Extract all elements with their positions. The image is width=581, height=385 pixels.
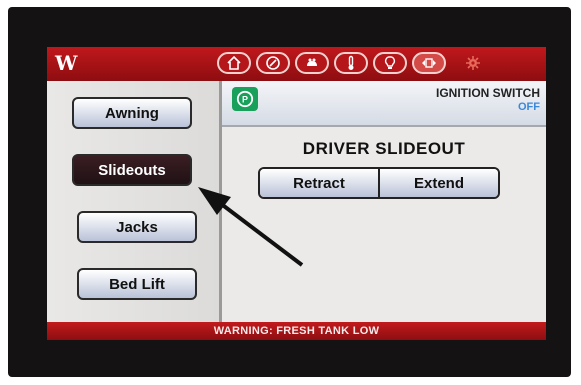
page-title: DRIVER SLIDEOUT (302, 139, 466, 158)
extend-button[interactable]: Extend (378, 169, 498, 197)
slideout-icon[interactable] (412, 52, 446, 74)
ignition-switch-state: OFF (518, 101, 540, 113)
dashboard-icon[interactable] (256, 52, 290, 74)
light-bulb-icon[interactable] (373, 52, 407, 74)
sidebar-item-awning[interactable]: Awning (72, 97, 192, 129)
top-nav-bar: W (47, 47, 546, 81)
brand-logo: W (55, 51, 78, 75)
sidebar-item-jacks[interactable]: Jacks (77, 211, 197, 243)
warning-bar: WARNING: FRESH TANK LOW (47, 322, 546, 340)
thermometer-icon[interactable] (334, 52, 368, 74)
climate-icon[interactable] (295, 52, 329, 74)
parking-brake-icon: P (232, 87, 258, 111)
sidebar: Awning Slideouts Jacks Bed Lift (47, 81, 219, 322)
svg-text:P: P (242, 95, 248, 105)
main-panel: P IGNITION SWITCH OFF DRIVER SLIDEOUT Re… (222, 81, 546, 322)
sidebar-item-bed-lift[interactable]: Bed Lift (77, 268, 197, 300)
settings-icon[interactable] (451, 52, 495, 74)
sidebar-item-slideouts[interactable]: Slideouts (72, 154, 192, 186)
touch-screen: W Awning Slideouts Jacks Bed Lift P IGNI… (47, 47, 546, 340)
retract-button[interactable]: Retract (260, 169, 378, 197)
status-header: P IGNITION SWITCH OFF (222, 81, 546, 127)
slideout-control: Retract Extend (258, 167, 500, 199)
ignition-switch-label: IGNITION SWITCH (436, 86, 540, 100)
home-icon[interactable] (217, 52, 251, 74)
